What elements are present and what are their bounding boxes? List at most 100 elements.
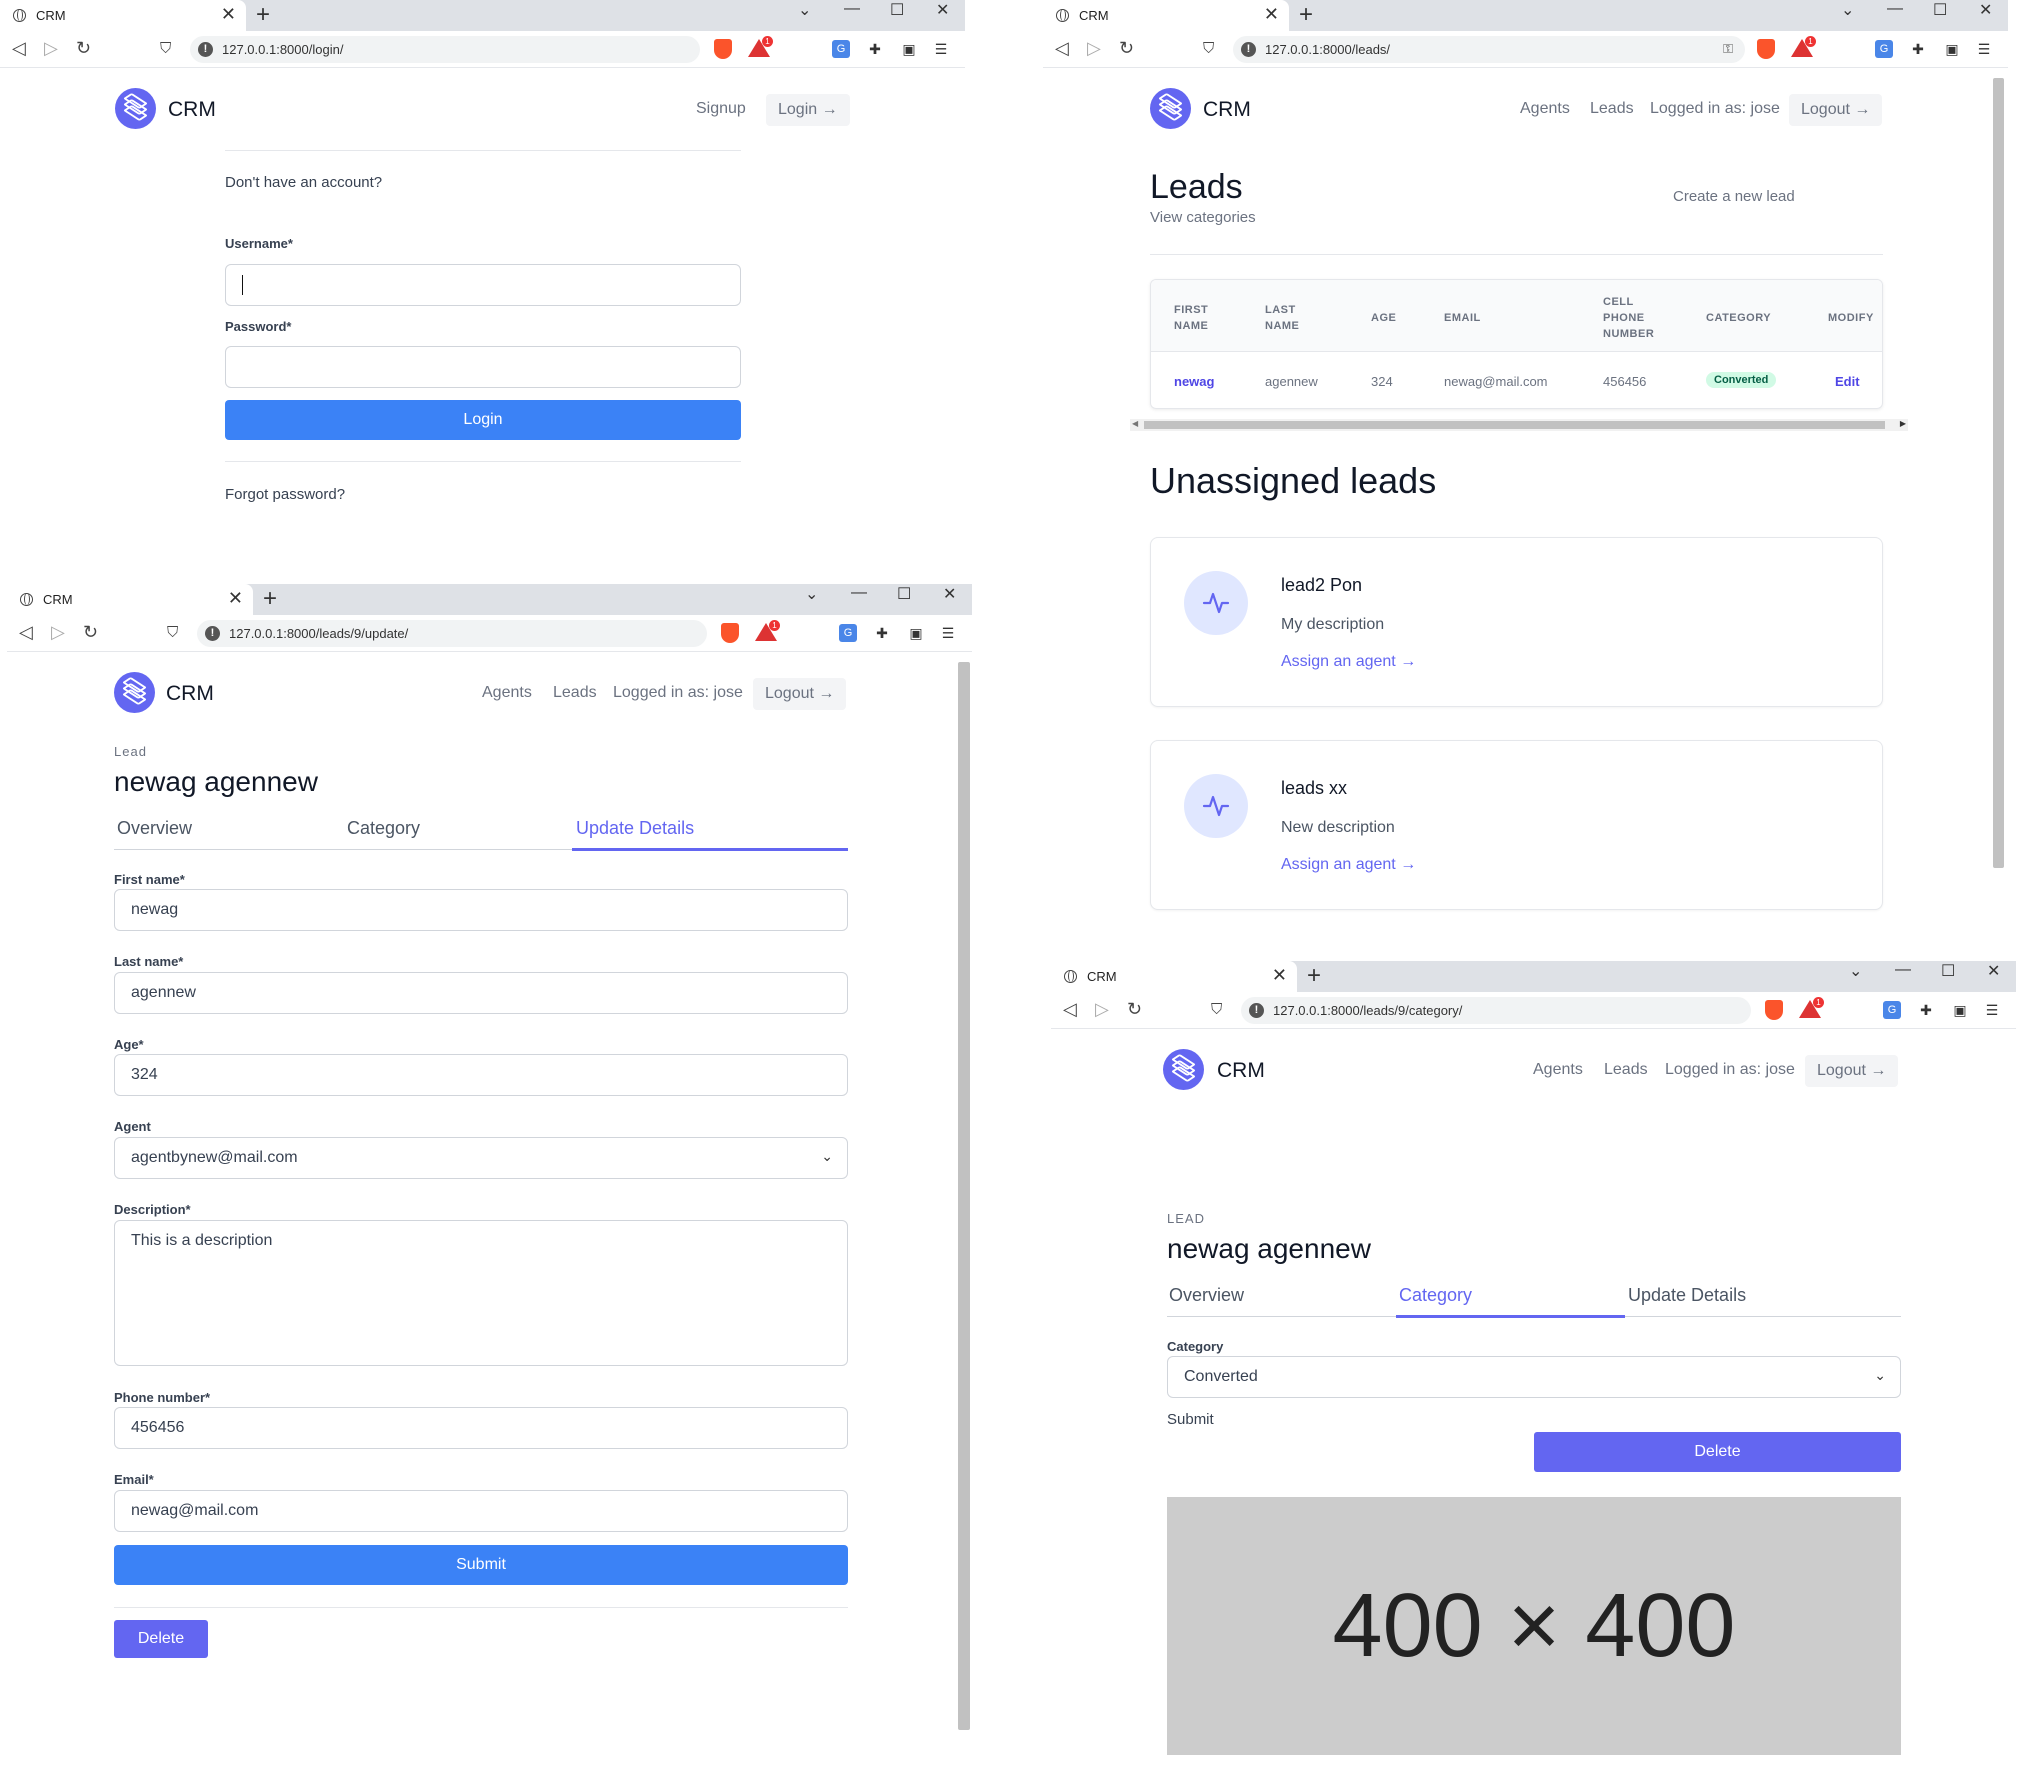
maximize-button[interactable]: ☐ xyxy=(897,584,911,604)
delete-button[interactable]: Delete xyxy=(114,1620,208,1658)
forward-button[interactable]: ▷ xyxy=(44,38,58,59)
browser-tab[interactable]: CRM ✕ xyxy=(0,0,246,31)
back-button[interactable]: ◁ xyxy=(1063,999,1077,1020)
tab-search-icon[interactable]: ⌄ xyxy=(1849,961,1862,981)
crm-logo-icon[interactable] xyxy=(114,672,155,713)
close-window-button[interactable]: ✕ xyxy=(943,584,956,604)
lead-first-name-link[interactable]: newag xyxy=(1174,374,1214,389)
horizontal-scrollbar[interactable]: ◀ ▶ xyxy=(1130,419,1908,431)
submit-button[interactable]: Submit xyxy=(1167,1411,1214,1428)
minimize-button[interactable]: — xyxy=(1895,961,1911,979)
translate-icon[interactable]: G xyxy=(839,624,857,642)
tab-overview[interactable]: Overview xyxy=(1169,1285,1244,1306)
extensions-icon[interactable]: ✚ xyxy=(1909,40,1927,58)
forward-button[interactable]: ▷ xyxy=(1095,999,1109,1020)
agents-link[interactable]: Agents xyxy=(1533,1061,1583,1079)
info-icon[interactable]: ! xyxy=(205,626,220,641)
submit-button[interactable]: Submit xyxy=(114,1545,848,1585)
close-tab-icon[interactable]: ✕ xyxy=(221,4,236,25)
address-bar[interactable]: ! 127.0.0.1:8000/leads/9/update/ xyxy=(197,620,707,647)
back-button[interactable]: ◁ xyxy=(1055,38,1069,59)
new-tab-button[interactable]: + xyxy=(1299,1,1313,29)
wallet-icon[interactable]: ▣ xyxy=(907,624,925,642)
brave-shield-icon[interactable] xyxy=(721,623,739,643)
minimize-button[interactable]: — xyxy=(1887,0,1903,18)
password-input[interactable] xyxy=(225,346,741,388)
close-tab-icon[interactable]: ✕ xyxy=(1264,4,1279,25)
forgot-password-link[interactable]: Forgot password? xyxy=(225,486,345,503)
info-icon[interactable]: ! xyxy=(1241,42,1256,57)
info-icon[interactable]: ! xyxy=(1249,1003,1264,1018)
address-bar[interactable]: ! 127.0.0.1:8000/login/ xyxy=(190,36,700,63)
agent-select[interactable]: agentbynew@mail.com ⌄ xyxy=(114,1137,848,1179)
browser-tab[interactable]: CRM ✕ xyxy=(7,584,253,615)
agents-link[interactable]: Agents xyxy=(482,684,532,702)
tab-search-icon[interactable]: ⌄ xyxy=(1841,0,1854,20)
reload-button[interactable]: ↻ xyxy=(76,38,91,59)
wallet-icon[interactable]: ▣ xyxy=(1951,1001,1969,1019)
bookmark-icon[interactable]: ⛉ xyxy=(160,40,171,57)
signup-link[interactable]: Signup xyxy=(696,100,746,118)
address-bar[interactable]: ! 127.0.0.1:8000/leads/9/category/ xyxy=(1241,997,1751,1024)
scrollbar-thumb[interactable] xyxy=(1144,421,1885,429)
key-icon[interactable]: ⚿ xyxy=(1723,41,1733,57)
reload-button[interactable]: ↻ xyxy=(1119,38,1134,59)
close-tab-icon[interactable]: ✕ xyxy=(1272,965,1287,986)
signup-prompt[interactable]: Don't have an account? xyxy=(225,174,382,191)
crm-logo-icon[interactable] xyxy=(1163,1049,1204,1090)
info-icon[interactable]: ! xyxy=(198,42,213,57)
leads-link[interactable]: Leads xyxy=(1604,1061,1648,1079)
delete-button[interactable]: Delete xyxy=(1534,1432,1901,1472)
brand-name[interactable]: CRM xyxy=(1203,98,1251,122)
translate-icon[interactable]: G xyxy=(1875,40,1893,58)
brave-shield-icon[interactable] xyxy=(1765,1000,1783,1020)
forward-button[interactable]: ▷ xyxy=(1087,38,1101,59)
extensions-icon[interactable]: ✚ xyxy=(873,624,891,642)
close-window-button[interactable]: ✕ xyxy=(936,0,949,20)
close-window-button[interactable]: ✕ xyxy=(1987,961,2000,981)
minimize-button[interactable]: — xyxy=(844,0,860,18)
description-textarea[interactable]: This is a description xyxy=(114,1220,848,1366)
age-input[interactable]: 324 xyxy=(114,1054,848,1096)
edit-lead-link[interactable]: Edit xyxy=(1835,374,1860,389)
view-categories-link[interactable]: View categories xyxy=(1150,209,1256,226)
tab-search-icon[interactable]: ⌄ xyxy=(805,584,818,604)
logout-button[interactable]: Logout → xyxy=(753,678,847,710)
maximize-button[interactable]: ☐ xyxy=(1933,0,1947,20)
assign-agent-link[interactable]: Assign an agent → xyxy=(1281,856,1416,874)
vertical-scrollbar[interactable] xyxy=(1993,78,2004,868)
bookmark-icon[interactable]: ⛉ xyxy=(167,624,178,641)
address-bar[interactable]: ! 127.0.0.1:8000/leads/ ⚿ xyxy=(1233,36,1745,63)
phone-input[interactable]: 456456 xyxy=(114,1407,848,1449)
translate-icon[interactable]: G xyxy=(832,40,850,58)
scroll-left-icon[interactable]: ◀ xyxy=(1132,419,1138,428)
assign-agent-link[interactable]: Assign an agent → xyxy=(1281,653,1416,671)
username-input[interactable] xyxy=(225,264,741,306)
maximize-button[interactable]: ☐ xyxy=(1941,961,1955,981)
crm-logo-icon[interactable] xyxy=(115,88,156,129)
new-tab-button[interactable]: + xyxy=(1307,962,1321,990)
brave-shield-icon[interactable] xyxy=(1757,39,1775,59)
minimize-button[interactable]: — xyxy=(851,584,867,602)
leads-link[interactable]: Leads xyxy=(553,684,597,702)
email-input[interactable]: newag@mail.com xyxy=(114,1490,848,1532)
logout-button[interactable]: Logout → xyxy=(1789,94,1883,126)
tab-update-details[interactable]: Update Details xyxy=(1628,1285,1746,1306)
wallet-icon[interactable]: ▣ xyxy=(1943,40,1961,58)
wallet-icon[interactable]: ▣ xyxy=(900,40,918,58)
extensions-icon[interactable]: ✚ xyxy=(1917,1001,1935,1019)
browser-tab[interactable]: CRM ✕ xyxy=(1051,961,1297,992)
first-name-input[interactable]: newag xyxy=(114,889,848,931)
brave-shield-icon[interactable] xyxy=(714,39,732,59)
reload-button[interactable]: ↻ xyxy=(83,622,98,643)
reload-button[interactable]: ↻ xyxy=(1127,999,1142,1020)
back-button[interactable]: ◁ xyxy=(19,622,33,643)
maximize-button[interactable]: ☐ xyxy=(890,0,904,20)
scroll-right-icon[interactable]: ▶ xyxy=(1900,419,1906,428)
translate-icon[interactable]: G xyxy=(1883,1001,1901,1019)
menu-icon[interactable]: ☰ xyxy=(1983,1001,2001,1019)
login-button[interactable]: Login xyxy=(225,400,741,440)
menu-icon[interactable]: ☰ xyxy=(932,40,950,58)
forward-button[interactable]: ▷ xyxy=(51,622,65,643)
tab-update-details[interactable]: Update Details xyxy=(576,818,694,839)
